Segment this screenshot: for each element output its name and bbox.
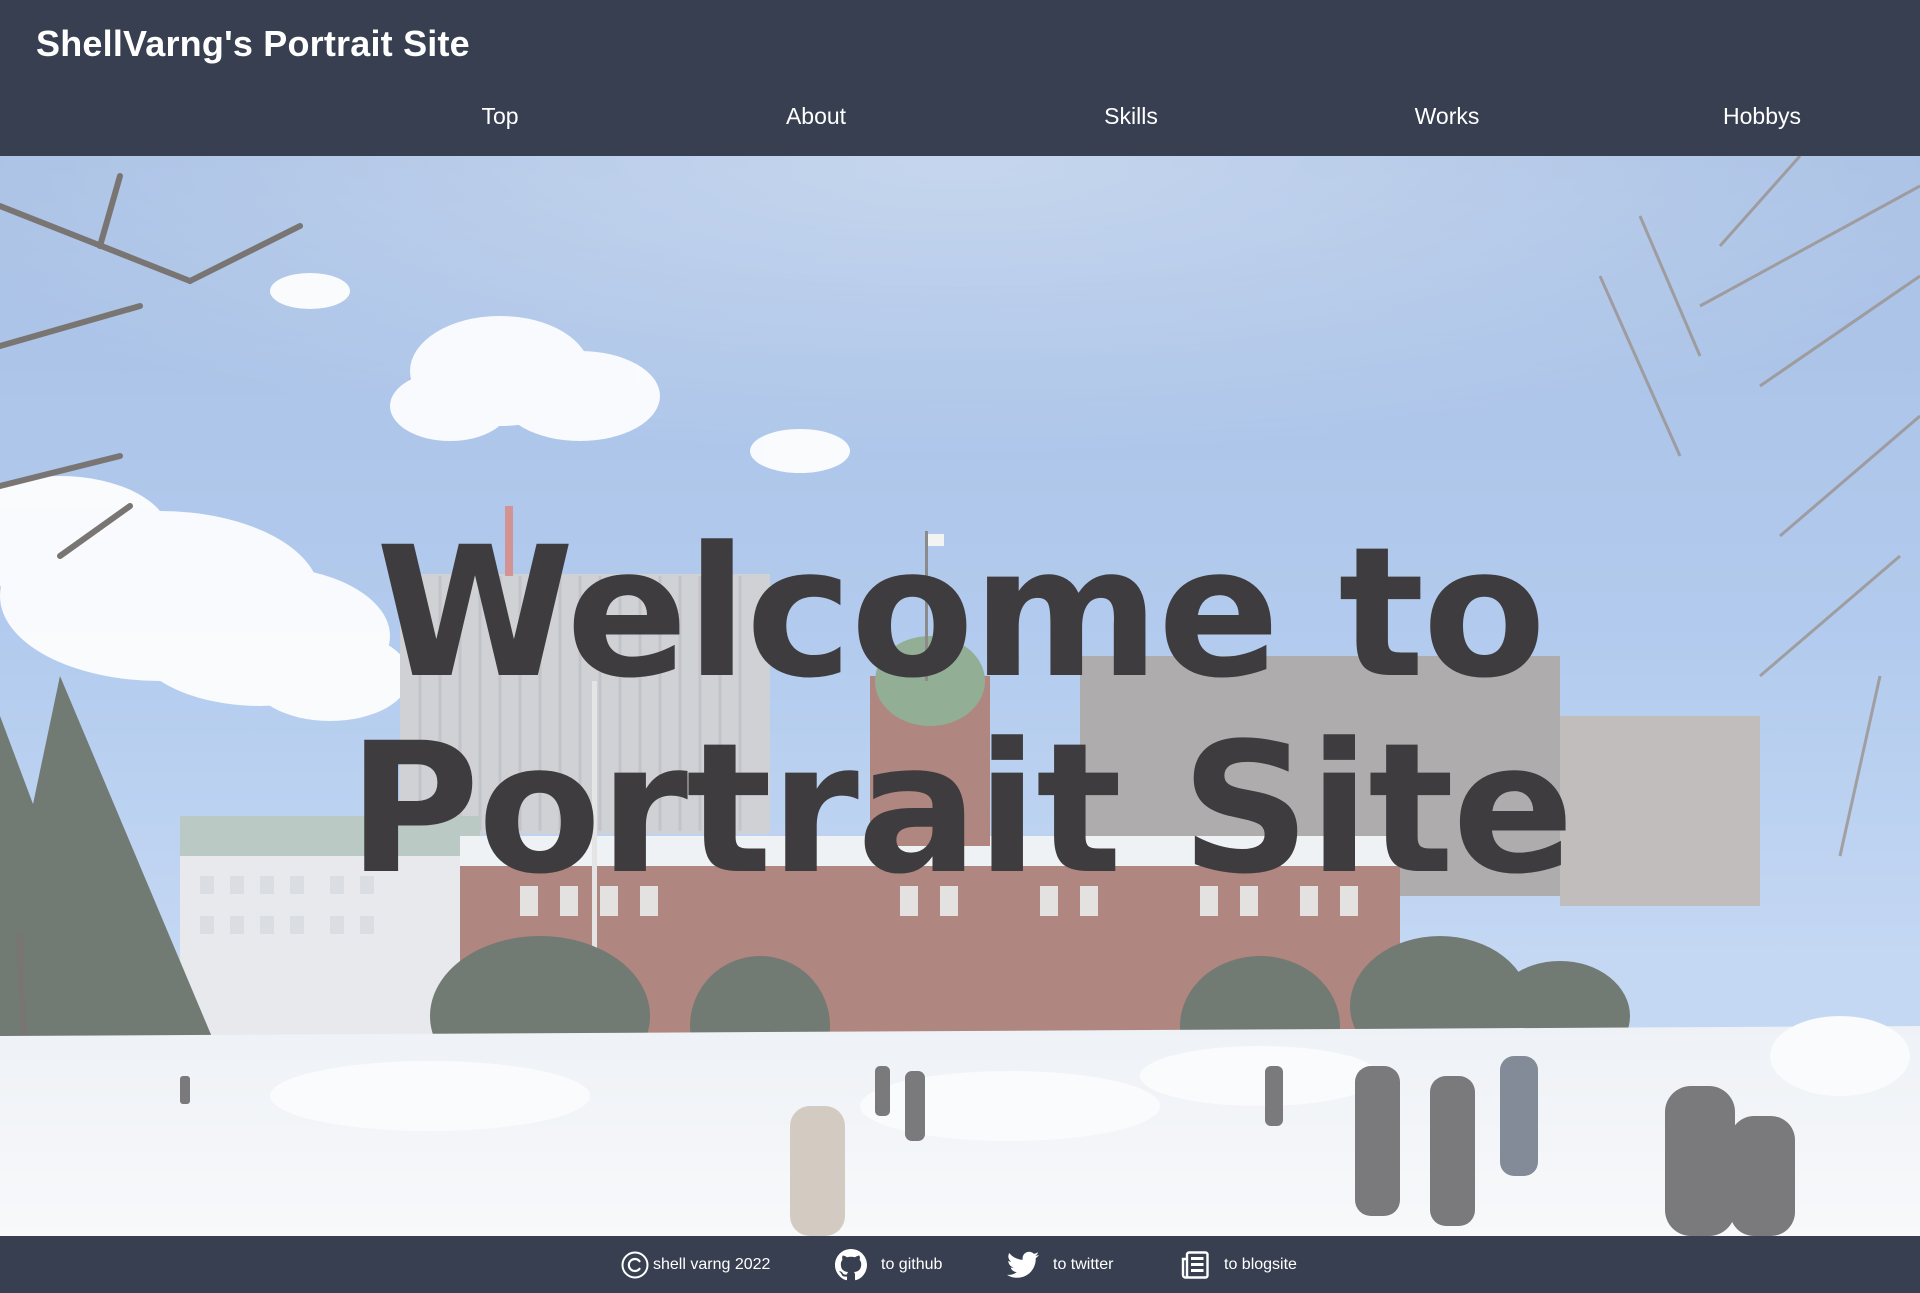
twitter-link[interactable]: to twitter <box>1007 1236 1113 1293</box>
main-nav: Top About Skills Works Hobbys <box>0 96 1920 136</box>
site-footer: shell varng 2022 to github to twitter to… <box>0 1236 1920 1293</box>
github-link-text: to github <box>881 1255 943 1273</box>
blog-link-text: to blogsite <box>1224 1255 1297 1273</box>
twitter-link-text: to twitter <box>1053 1255 1114 1273</box>
hero-title-line1: Welcome to <box>375 509 1546 718</box>
nav-item-hobbys[interactable]: Hobbys <box>1723 96 1801 136</box>
copyright: shell varng 2022 <box>620 1236 770 1293</box>
site-title[interactable]: ShellVarng's Portrait Site <box>36 20 470 68</box>
hero-title-line2: Portrait Site <box>347 705 1575 914</box>
hero-title: Welcome to Portrait Site <box>0 516 1920 908</box>
github-link[interactable]: to github <box>835 1236 942 1293</box>
twitter-icon <box>1007 1251 1039 1279</box>
blog-link[interactable]: to blogsite <box>1180 1236 1297 1293</box>
copyright-icon <box>620 1250 650 1280</box>
copyright-text: shell varng 2022 <box>653 1255 771 1273</box>
nav-item-works[interactable]: Works <box>1415 96 1480 136</box>
nav-item-about[interactable]: About <box>786 96 846 136</box>
newspaper-icon <box>1180 1250 1210 1280</box>
nav-item-top[interactable]: Top <box>481 96 518 136</box>
hero-section: Welcome to Portrait Site <box>0 156 1920 1236</box>
github-icon <box>835 1248 867 1281</box>
site-header: ShellVarng's Portrait Site Top About Ski… <box>0 0 1920 156</box>
nav-item-skills[interactable]: Skills <box>1104 96 1158 136</box>
